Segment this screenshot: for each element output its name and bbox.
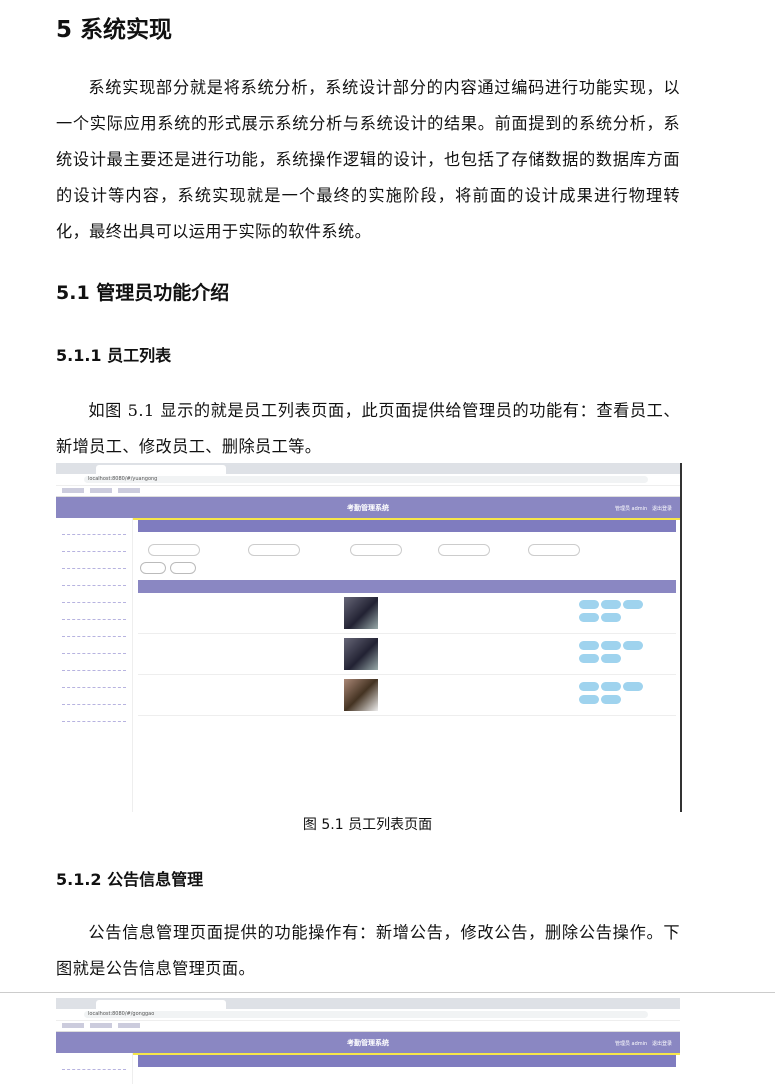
table-row [138,634,676,675]
app-title: 考勤管理系统 [347,504,389,512]
admin-label: 管理员 admin [614,506,648,512]
breadcrumb [138,1055,676,1067]
app-title: 考勤管理系统 [347,1039,389,1047]
logout-link: 退出登录 [651,506,672,512]
chapter-heading: 5 系统实现 [56,17,173,43]
browser-tabbar [56,998,680,1009]
figure-employee-list-screenshot: localhost:8080/#/yuangong 考勤管理系统 管理员 adm… [56,463,682,812]
figure-caption: 图 5.1 员工列表页面 [302,817,433,833]
intro-paragraph: 系统实现部分就是将系统分析，系统设计部分的内容通过编码进行功能实现，以一个实际应… [56,78,680,241]
subsection-2-paragraph: 公告信息管理页面提供的功能操作有：新增公告，修改公告，删除公告操作。下图就是公告… [56,923,680,978]
url-text: localhost:8080/#/gonggao [84,1011,648,1018]
subsection-heading-2: 5.1.2 公告信息管理 [56,870,204,889]
browser-address-bar: localhost:8080/#/yuangong [56,474,680,486]
bookmark-bar [56,1021,680,1032]
browser-tabbar [56,463,680,474]
pagination [138,720,676,734]
subsection-heading-1: 5.1.1 员工列表 [56,346,172,365]
figure-notice-management-screenshot: localhost:8080/#/gonggao 考勤管理系统 管理员 admi… [56,998,680,1084]
breadcrumb [138,520,676,532]
table-row [138,593,676,634]
action-buttons [138,560,676,574]
subsection-1-paragraph: 如图 5.1 显示的就是员工列表页面，此页面提供给管理员的功能有：查看员工、新增… [56,401,680,456]
table-row [138,675,676,716]
sidebar [56,1053,133,1084]
app-header: 考勤管理系统 管理员 admin 退出登录 [56,497,680,518]
page-break [0,992,775,993]
admin-label: 管理员 admin [614,1041,648,1047]
logout-link: 退出登录 [651,1041,672,1047]
url-text: localhost:8080/#/yuangong [84,476,648,483]
browser-address-bar: localhost:8080/#/gonggao [56,1009,680,1021]
table-header [138,580,676,593]
sidebar [56,518,133,812]
bookmark-bar [56,486,680,497]
main-content [138,1055,676,1084]
filter-bar [138,542,676,556]
section-heading: 5.1 管理员功能介绍 [56,282,230,304]
main-content [138,520,676,812]
app-header: 考勤管理系统 管理员 admin 退出登录 [56,1032,680,1053]
